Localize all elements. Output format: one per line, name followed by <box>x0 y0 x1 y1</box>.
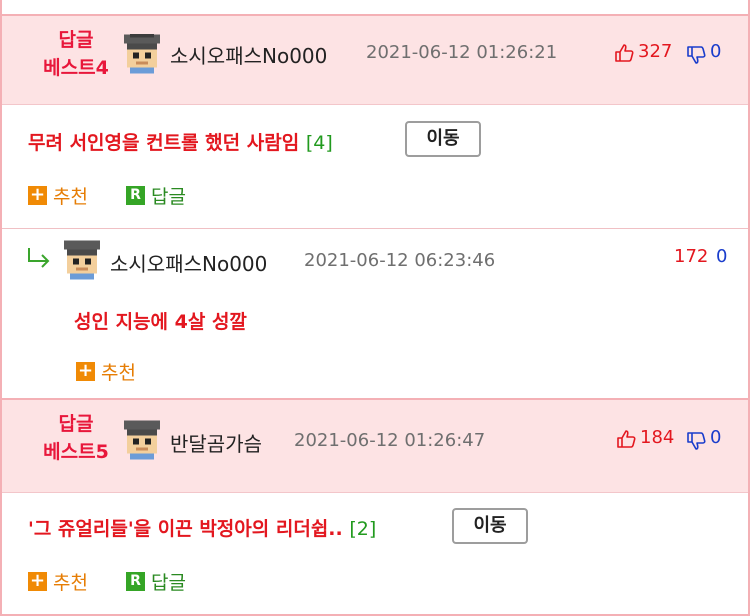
reply-label: 답글 <box>151 572 186 594</box>
comment-title-text: 무려 서인영을 컨트롤 했던 사람임 <box>28 132 300 154</box>
comment-title[interactable]: '그 쥬얼리들'을 이끈 박정아의 리더쉽.. [2] <box>28 514 376 541</box>
recommend-button[interactable]: + 추천 <box>28 568 88 595</box>
like-count: 172 <box>674 246 709 267</box>
recommend-label: 추천 <box>53 186 88 208</box>
plus-square-icon: + <box>28 570 47 591</box>
pixel-avatar-icon[interactable] <box>124 420 160 460</box>
recommend-button[interactable]: + 추천 <box>28 182 88 209</box>
comment-list: 답글 베스트4 소시오패스No000 2021-06-12 01:26:21 3… <box>0 0 750 616</box>
reply-label: 답글 <box>151 186 186 208</box>
comment-title-text: '그 쥬얼리들'을 이끈 박정아의 리더쉽.. <box>28 518 343 540</box>
timestamp: 2021-06-12 01:26:21 <box>366 42 558 63</box>
recommend-button[interactable]: + 추천 <box>76 358 136 385</box>
best-badge: 답글 베스트4 <box>28 26 124 82</box>
plus-square-icon: + <box>28 184 47 205</box>
nickname[interactable]: 소시오패스No000 <box>110 248 267 277</box>
timestamp: 2021-06-12 01:26:47 <box>294 430 486 451</box>
reply-count: [2] <box>349 518 377 540</box>
best-badge-line1: 답글 <box>58 413 94 435</box>
best-badge-line2: 베스트5 <box>43 441 109 463</box>
reply-button[interactable]: R 답글 <box>126 182 186 209</box>
move-button[interactable]: 이동 <box>452 508 528 544</box>
thumbs-down-icon[interactable] <box>686 431 706 451</box>
like-count: 184 <box>640 427 675 448</box>
best-badge-line2: 베스트4 <box>43 57 109 79</box>
reply-button[interactable]: R 답글 <box>126 568 186 595</box>
comment-title[interactable]: 무려 서인영을 컨트롤 했던 사람임 [4] <box>28 128 333 155</box>
nickname[interactable]: 소시오패스No000 <box>170 40 327 69</box>
move-button[interactable]: 이동 <box>405 121 481 157</box>
thumbs-up-icon[interactable] <box>616 429 636 449</box>
recommend-label: 추천 <box>53 572 88 594</box>
thumbs-down-icon[interactable] <box>686 45 706 65</box>
r-square-icon: R <box>126 572 145 591</box>
best-comment-header: 답글 베스트4 소시오패스No000 2021-06-12 01:26:21 3… <box>2 16 748 105</box>
plus-square-icon: + <box>76 360 95 381</box>
dislike-count: 0 <box>710 427 722 448</box>
best-comment-header: 답글 베스트5 반달곰가슴 2021-06-12 01:26:47 184 0 <box>2 398 748 493</box>
thumbs-up-icon[interactable] <box>614 43 634 63</box>
divider <box>2 228 748 229</box>
best-badge-line1: 답글 <box>58 29 94 51</box>
dislike-count: 0 <box>710 41 722 62</box>
timestamp: 2021-06-12 06:23:46 <box>304 250 496 271</box>
nickname[interactable]: 반달곰가슴 <box>170 428 262 457</box>
pixel-avatar-icon[interactable] <box>124 34 160 74</box>
like-count: 327 <box>638 41 673 62</box>
recommend-label: 추천 <box>101 362 136 384</box>
pixel-avatar-icon[interactable] <box>64 240 100 280</box>
reply-arrow-icon <box>28 248 50 268</box>
reply-body: 성인 지능에 4살 성깔 <box>74 311 247 333</box>
reply-count: [4] <box>305 132 333 154</box>
best-badge: 답글 베스트5 <box>28 410 124 466</box>
r-square-icon: R <box>126 186 145 205</box>
dislike-count: 0 <box>716 246 728 267</box>
